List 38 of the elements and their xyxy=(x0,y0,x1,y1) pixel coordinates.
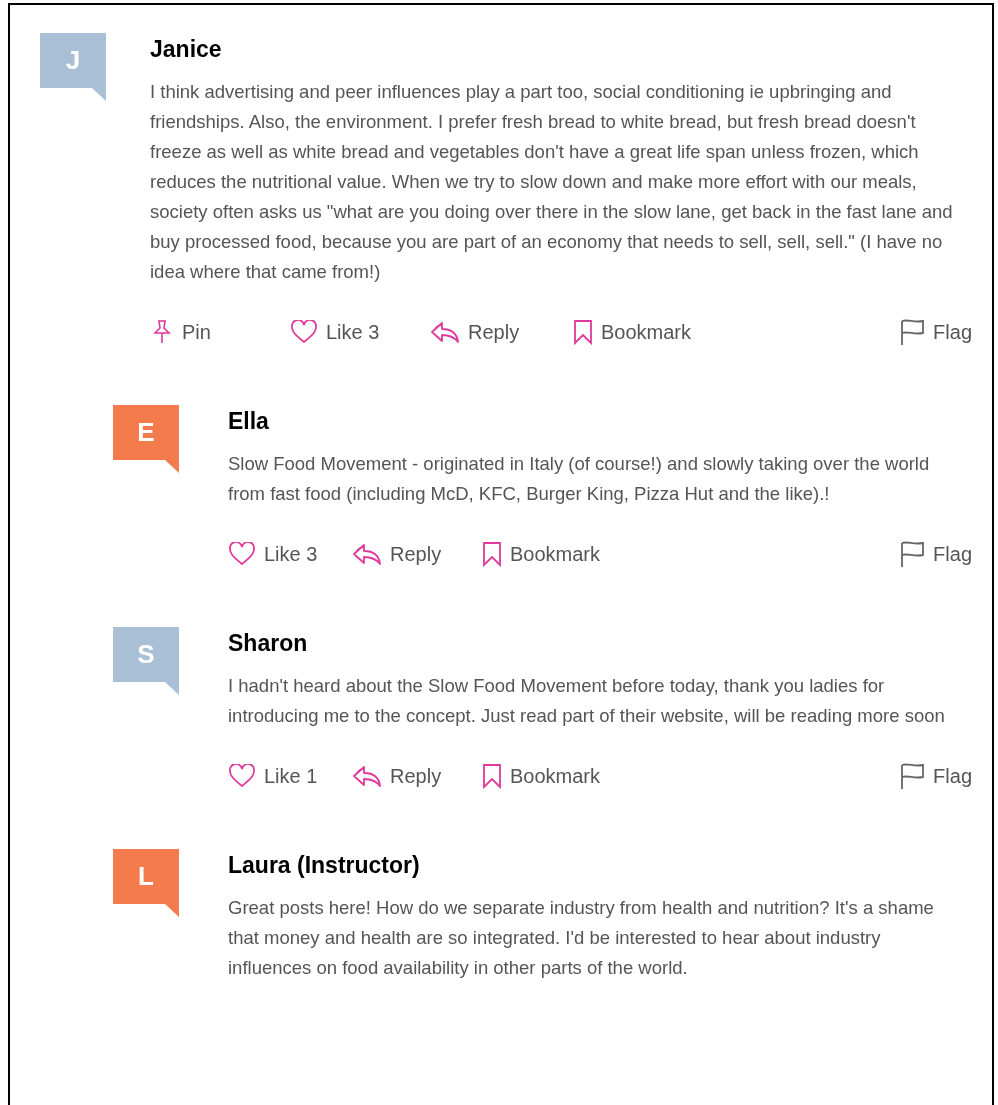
like-button[interactable]: Like 3 xyxy=(290,317,430,347)
reply-button[interactable]: Reply xyxy=(352,539,482,569)
pin-icon xyxy=(150,319,174,345)
heart-icon xyxy=(228,542,256,566)
like-button[interactable]: Like 3 xyxy=(228,539,352,569)
author-name: Janice xyxy=(150,35,223,63)
flag-icon xyxy=(899,318,926,346)
bookmark-button[interactable]: Bookmark xyxy=(482,761,601,791)
like-button[interactable]: Like 1 xyxy=(228,761,352,791)
bookmark-icon xyxy=(482,763,502,789)
pin-button[interactable]: Pin xyxy=(150,317,290,347)
flag-icon xyxy=(899,762,926,790)
reply-icon xyxy=(430,320,460,344)
bookmark-button[interactable]: Bookmark xyxy=(573,317,692,347)
reply-icon xyxy=(352,764,382,788)
avatar-letter: L xyxy=(137,860,155,893)
author-name: Laura (Instructor) xyxy=(228,851,421,879)
flag-icon xyxy=(899,540,926,568)
flag-button[interactable]: Flag xyxy=(899,761,972,791)
bookmark-button[interactable]: Bookmark xyxy=(482,539,601,569)
bookmark-icon xyxy=(573,319,593,345)
reply-icon xyxy=(352,542,382,566)
heart-icon xyxy=(290,320,318,344)
comment-text: I hadn't heard about the Slow Food Movement before today, thank you ladies for introducing me to the concept. Just read part of their website, will be reading more soon xyxy=(228,674,946,728)
comment-text: Slow Food Movement - originated in Italy (of course!) and slowly taking over the world from fast food (including McD, KFC, Burger King, Pizza Hut and the like).! xyxy=(228,452,931,506)
bookmark-icon xyxy=(482,541,502,567)
avatar-letter: S xyxy=(136,638,156,671)
flag-button[interactable]: Flag xyxy=(899,317,972,347)
flag-button[interactable]: Flag xyxy=(899,539,972,569)
author-name: Ella xyxy=(228,407,270,435)
author-name: Sharon xyxy=(228,629,309,657)
reply-button[interactable]: Reply xyxy=(430,317,573,347)
comment-text: Great posts here! How do we separate industry from health and nutrition? It's a shame that money and health are so integrated. I'd be interested to hear about industry influences on food availability in other parts of the world. xyxy=(228,896,935,980)
heart-icon xyxy=(228,764,256,788)
reply-button[interactable]: Reply xyxy=(352,761,482,791)
avatar-letter: J xyxy=(64,44,82,77)
avatar-letter: E xyxy=(136,416,156,449)
comment-text: I think advertising and peer influences play a part too, social conditioning ie upbringing and friendships. Also, the environment. I prefer fresh bread to white bread, but fresh bread doesn't freeze as well as white bread and vegetables don't have a great life span unless frozen, which reduces the nutritional value. When we try to slow down and make more effort with our meals, society often asks us "what are you doing over there in the slow lane, get back in the fast lane and buy processed food, because you are part of an economy that needs to sell, sell, sell." (I have no idea where that came from!) xyxy=(150,80,954,284)
